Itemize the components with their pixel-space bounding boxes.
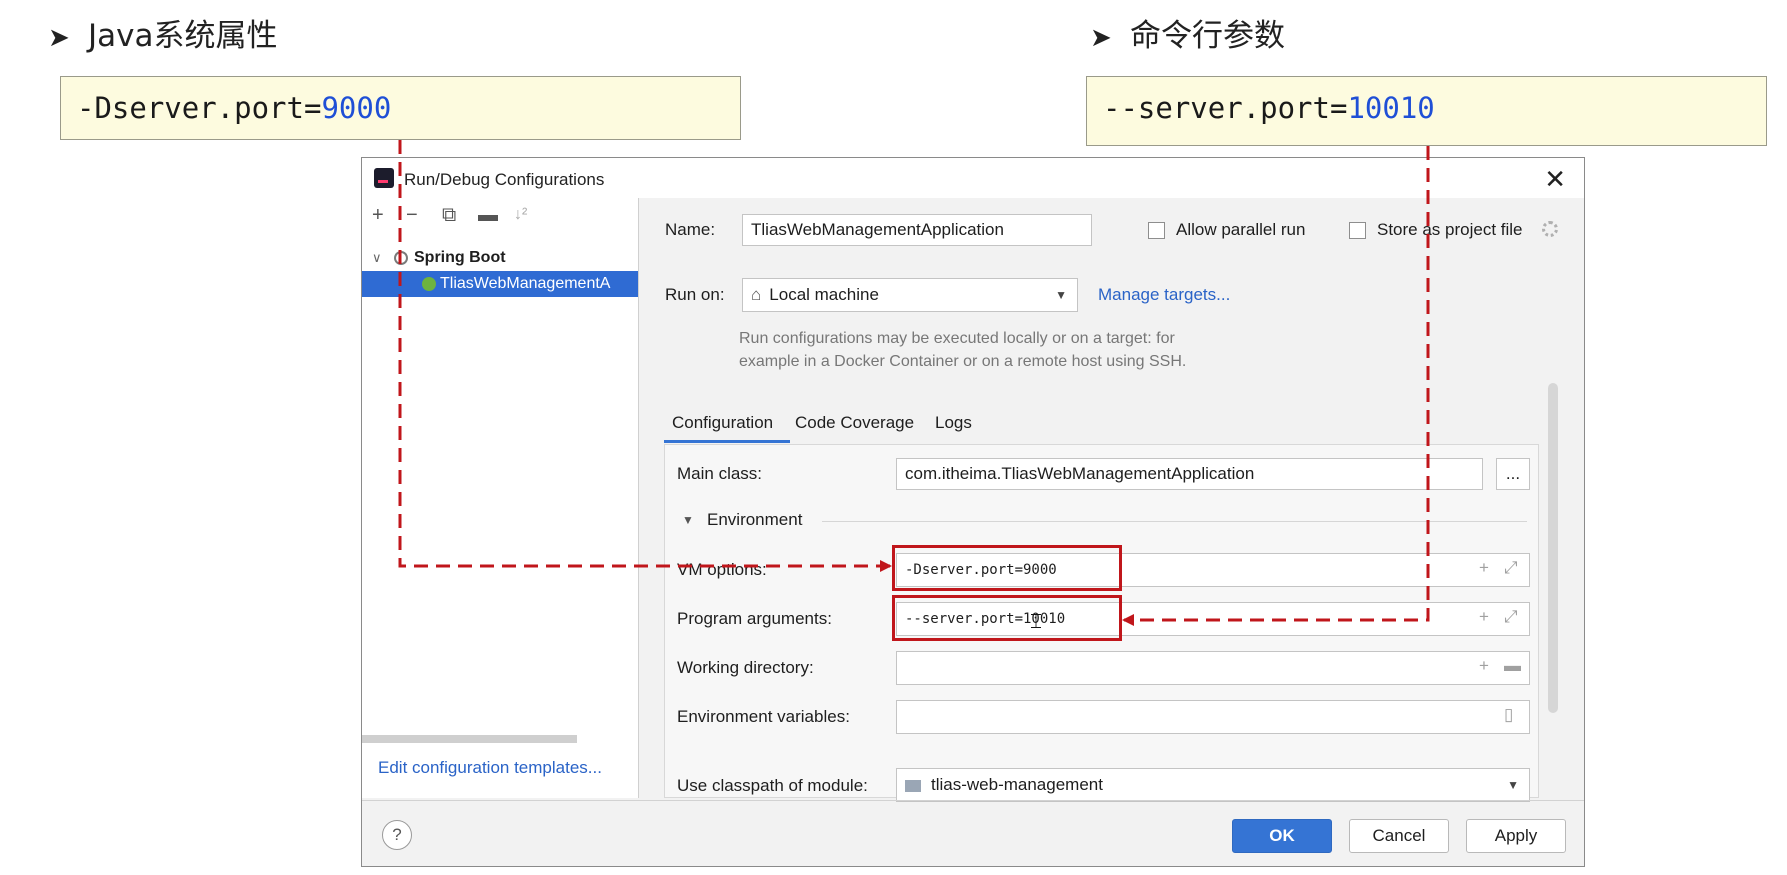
annotation-arrows: [398, 140, 1430, 626]
vm-option-dashed-arrow: [398, 140, 892, 572]
cursor-icon: ⌶: [1030, 611, 1042, 633]
program-arg-dashed-arrow: [1122, 146, 1430, 626]
